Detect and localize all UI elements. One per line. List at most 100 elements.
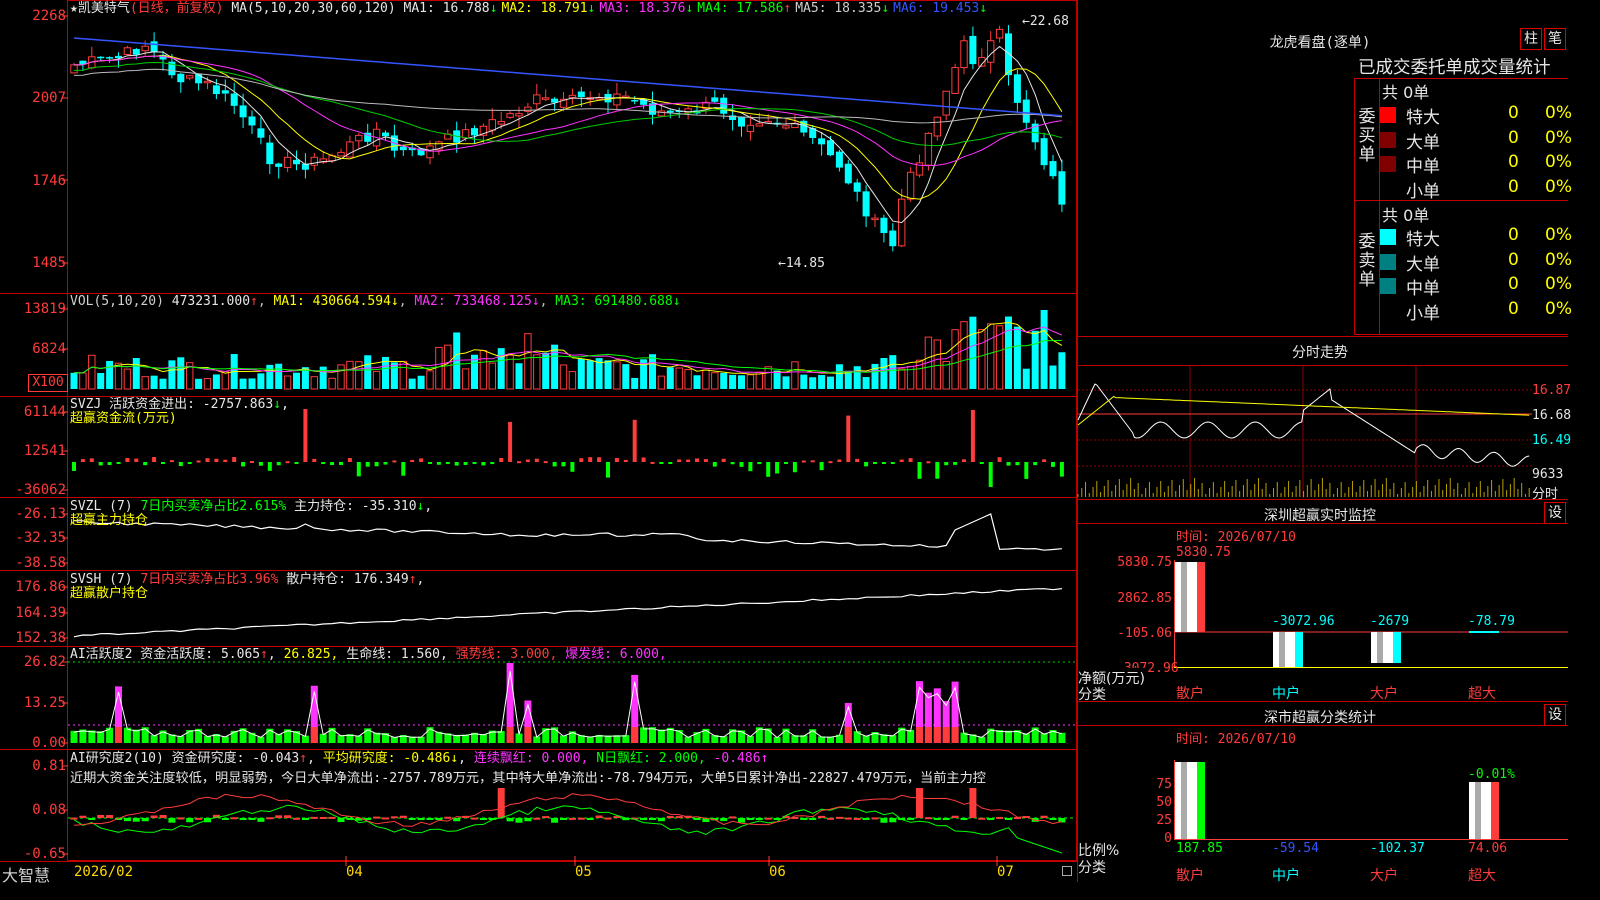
fund-flow-bar [161,462,165,464]
candle-body [746,124,755,133]
level-count: 0 [1508,249,1519,270]
svsh-tick-2: 164.39 [15,605,66,621]
volume-bar [773,370,781,389]
classify-tick-3: 25 [1156,813,1172,828]
volume-bar [1040,309,1048,389]
volume-bar [435,346,443,390]
candle-body [266,142,274,165]
candle-body [987,40,995,63]
monitor-category-0: 散户 [1176,686,1204,702]
candle-body [230,93,238,106]
fund-flow-bar [588,457,593,462]
volume-bar [399,360,408,390]
fund-flow-bar [739,462,744,467]
fund-flow-bar [508,421,513,462]
buy-level-row: 小单 0 0% [1380,177,1572,202]
ai2-nday: N日飘红: 2.000, [596,751,706,766]
activity-bar [132,729,140,743]
level-name: 中单 [1406,157,1440,177]
candle-body [995,28,1004,39]
monitor-value-1: -3072.96 [1272,614,1335,629]
volume-bar [212,374,220,389]
candle-body [382,132,389,137]
volume-bar [479,350,488,390]
research-bar [390,816,398,819]
ai2-note: 近期大资金关注度较低，明显弱势，今日大单净流出:-2757.789万元，其中特大… [70,771,986,786]
buy-total: 共 0单 [1382,83,1430,102]
volume-bar [203,378,212,390]
volume-bar [123,368,132,390]
buy-orders-label: 委买单 [1358,107,1376,165]
activity-bar [657,729,665,743]
color-swatch [1380,131,1396,148]
research-bar [693,818,701,820]
research-bar [746,818,754,820]
chart-canvas[interactable] [0,0,1078,882]
classify-bar-super [1469,782,1499,839]
volume-bar [239,378,247,389]
activity-bar-base [933,727,941,743]
color-swatch [1380,229,1396,245]
volume-bar [746,374,755,390]
vol-unit-button[interactable]: X100 [28,374,68,392]
fund-flow-bar [677,459,682,462]
activity-bar-base [524,727,532,743]
pen-mode-button[interactable]: 笔 [1544,28,1566,50]
level-name: 大单 [1406,254,1440,275]
activity-bar [515,733,523,743]
candle-body [666,110,674,113]
level-name: 小单 [1406,303,1440,324]
research-bar [79,815,87,818]
intraday-avg-line [1077,395,1530,426]
research-bar [640,818,648,820]
research-bar [399,815,407,818]
svzj-title: SVZJ 活跃资金进出: -2757.863↓, [70,397,289,412]
volume-bar [622,364,630,389]
research-bar [284,815,292,818]
activity-bar [1040,733,1048,743]
volume-bar [293,372,300,389]
fund-flow-bar [552,462,557,467]
volume-bar [195,378,203,389]
svzj-tick-1: 61144 [23,404,66,420]
activity-bar-base [951,727,959,743]
fund-flow-bar [330,462,335,466]
research-bar [524,818,532,822]
svzl-tick-1: -26.13 [15,506,66,522]
level-percent: 0% [1545,298,1572,319]
volume-bar [1013,326,1021,389]
fund-flow-bar [890,462,895,464]
volume-bar [257,373,265,389]
classify-top-label: -0.01% [1468,767,1515,782]
candle-body [337,151,345,157]
fund-flow-bar [979,462,984,464]
volume-bar [283,375,292,390]
classify-settings-button[interactable]: 设 [1544,704,1566,726]
fund-flow-bar [962,459,966,462]
classify-category-1: 中户 [1272,868,1300,884]
lock-icon[interactable] [1062,866,1072,876]
volume-bar [853,366,861,389]
monitor-value-0: 5830.75 [1176,545,1231,560]
fund-flow-bar [312,458,317,462]
volume-bar [889,355,897,389]
monitor-settings-button[interactable]: 设 [1544,502,1566,524]
fund-flow-bar [997,457,1002,462]
xaxis-label-0: 2026/02 [74,864,134,880]
research-bar [1049,818,1057,820]
research-bar [533,817,541,820]
fund-flow-bar [534,458,539,462]
fund-flow-bar [614,457,619,462]
research-bar [426,818,434,820]
candle-body [577,91,585,98]
research-bar [248,818,256,820]
monitor-tick-1: 5830.75 [1117,555,1172,570]
sell-level-row: 小单 0 0% [1380,299,1572,324]
volume-bar [657,375,666,390]
volume-bar [221,371,230,390]
volume-bar [666,367,674,389]
volume-bar [702,369,710,390]
bar-mode-button[interactable]: 柱 [1520,28,1542,50]
research-bar [560,818,567,820]
candle-body [960,40,968,69]
